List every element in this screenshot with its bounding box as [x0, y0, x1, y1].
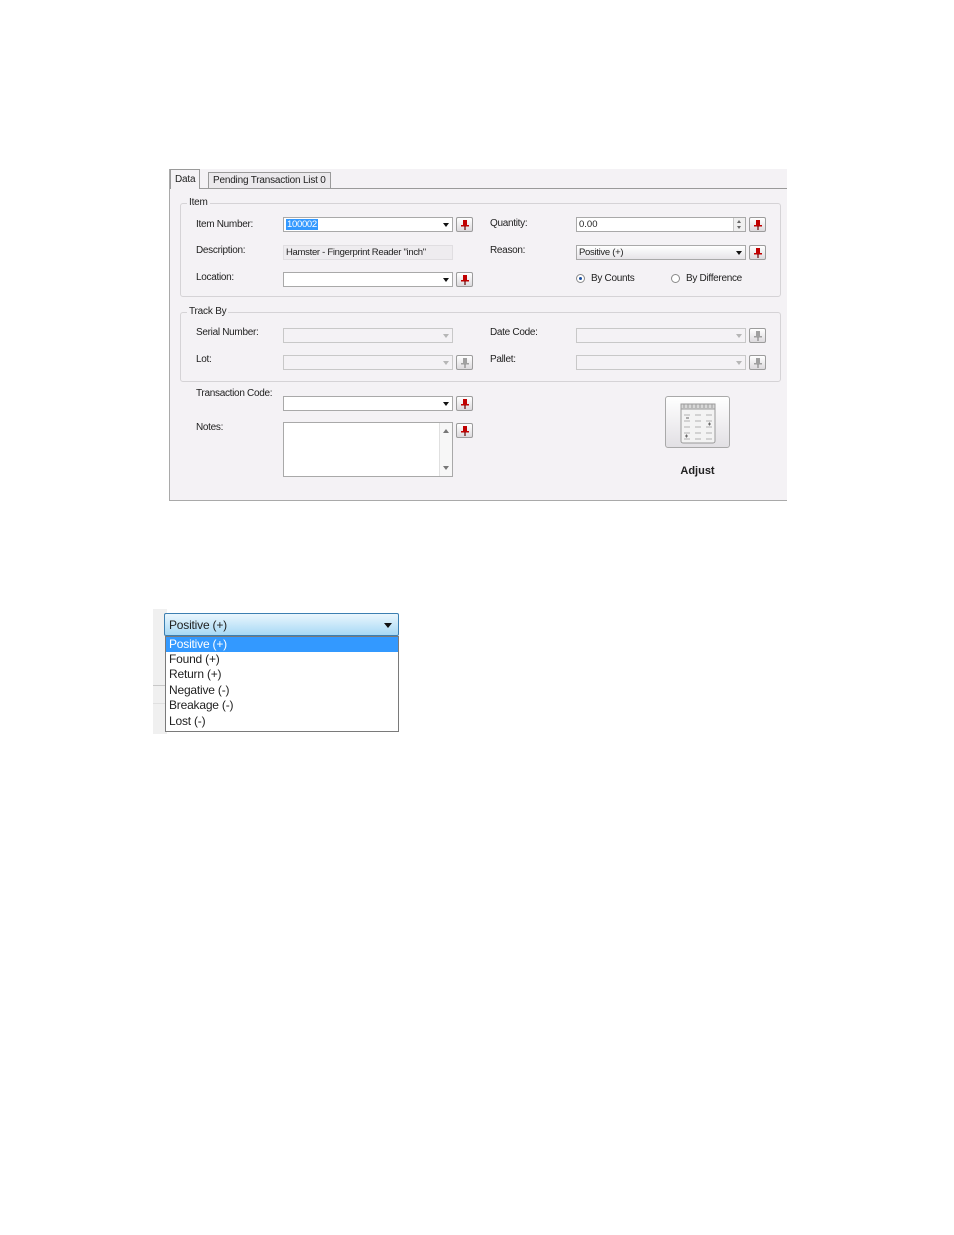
chevron-down-icon[interactable] [736, 251, 742, 255]
spinner-icon[interactable] [733, 218, 745, 231]
chevron-down-icon[interactable] [443, 361, 449, 365]
dropdown-option[interactable]: Breakage (-) [166, 698, 398, 713]
track-by-legend: Track By [187, 306, 229, 317]
adjust-button[interactable] [665, 396, 730, 448]
tab-pending-transaction-list[interactable]: Pending Transaction List 0 [208, 172, 331, 188]
reason-dropdown-value: Positive (+) [169, 618, 227, 632]
chevron-down-icon[interactable] [736, 334, 742, 338]
pin-icon[interactable] [749, 245, 766, 260]
item-number-value: 100002 [286, 219, 318, 230]
reason-value: Positive (+) [579, 247, 624, 258]
scrollbar[interactable] [439, 423, 452, 476]
date-code-label: Date Code: [490, 327, 538, 338]
item-group-legend: Item [187, 197, 210, 208]
pin-icon[interactable] [456, 423, 473, 438]
pin-icon[interactable] [456, 272, 473, 287]
serial-number-label: Serial Number: [196, 327, 259, 338]
chevron-down-icon[interactable] [384, 623, 392, 628]
item-number-combo[interactable]: 100002 [283, 217, 453, 232]
pallet-combo[interactable] [576, 355, 746, 370]
location-combo[interactable] [283, 272, 453, 287]
by-difference-radio[interactable] [671, 274, 680, 283]
dropdown-option[interactable]: Positive (+) [166, 637, 398, 652]
pin-icon[interactable] [749, 328, 766, 343]
reason-dropdown-illustration: Positive (+) Positive (+) Found (+) Retu… [153, 609, 403, 734]
pin-icon[interactable] [456, 396, 473, 411]
by-counts-label: By Counts [591, 273, 635, 284]
reason-label: Reason: [490, 245, 526, 256]
adjustment-form-panel: Data Pending Transaction List 0 Item Ite… [169, 169, 787, 501]
by-difference-label: By Difference [686, 273, 742, 284]
tab-data[interactable]: Data [170, 169, 201, 189]
pallet-label: Pallet: [490, 354, 516, 365]
description-field: Hamster - Fingerprint Reader "inch" [283, 245, 453, 260]
dropdown-option[interactable]: Lost (-) [166, 714, 398, 729]
notes-textarea[interactable] [283, 422, 453, 477]
chevron-down-icon[interactable] [443, 334, 449, 338]
adjust-button-label: Adjust [680, 465, 715, 477]
description-label: Description: [196, 245, 246, 256]
chevron-down-icon[interactable] [443, 278, 449, 282]
transaction-code-combo[interactable] [283, 396, 453, 411]
divider [153, 703, 165, 704]
pin-icon[interactable] [749, 217, 766, 232]
serial-number-combo[interactable] [283, 328, 453, 343]
by-counts-radio[interactable] [576, 274, 585, 283]
lot-label: Lot: [196, 354, 212, 365]
reason-dropdown-list: Positive (+) Found (+) Return (+) Negati… [165, 636, 399, 732]
quantity-label: Quantity: [490, 218, 528, 229]
lot-combo[interactable] [283, 355, 453, 370]
pin-icon[interactable] [456, 355, 473, 370]
transaction-code-label: Transaction Code: [196, 388, 273, 399]
tab-strip: Data Pending Transaction List 0 [170, 169, 787, 189]
chevron-down-icon[interactable] [443, 223, 449, 227]
track-by-group: Track By [180, 306, 781, 382]
quantity-stepper[interactable]: 0.00 [576, 217, 746, 232]
reason-dropdown-combo[interactable]: Positive (+) [164, 613, 399, 636]
reason-combo[interactable]: Positive (+) [576, 245, 746, 260]
dropdown-option[interactable]: Negative (-) [166, 683, 398, 698]
location-label: Location: [196, 272, 234, 283]
description-value: Hamster - Fingerprint Reader "inch" [286, 247, 426, 258]
dropdown-option[interactable]: Found (+) [166, 652, 398, 667]
dropdown-option[interactable]: Return (+) [166, 667, 398, 682]
date-code-combo[interactable] [576, 328, 746, 343]
quantity-value: 0.00 [579, 219, 598, 230]
chevron-down-icon[interactable] [443, 402, 449, 406]
divider [153, 685, 165, 686]
pin-icon[interactable] [456, 217, 473, 232]
item-number-label: Item Number: [196, 219, 253, 230]
pin-icon[interactable] [749, 355, 766, 370]
chevron-down-icon[interactable] [736, 361, 742, 365]
calculator-sheet-icon [680, 403, 716, 444]
notes-label: Notes: [196, 422, 224, 433]
